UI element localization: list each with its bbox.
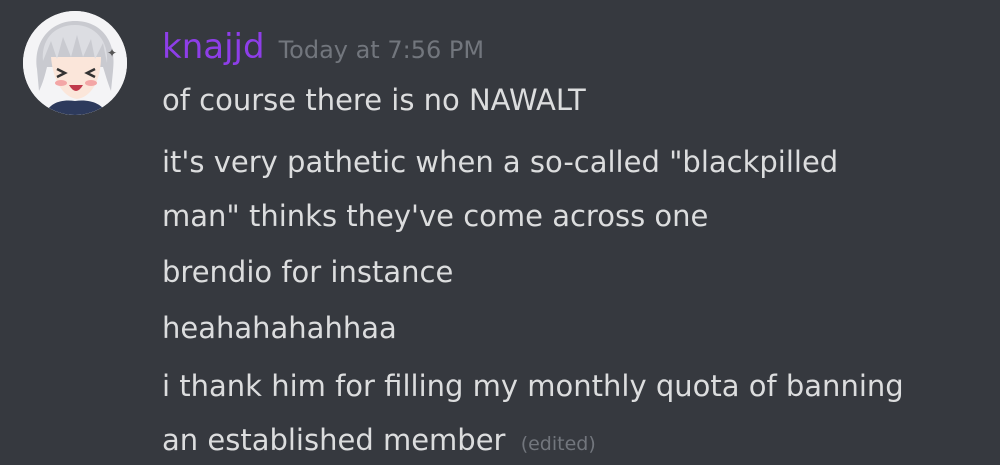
message-line: i thank him for filling my monthly quota… <box>162 369 904 403</box>
message-header: knajjd Today at 7:56 PM <box>162 22 484 72</box>
message-line-last: an established member (edited) <box>162 420 596 464</box>
message-line: heahahahahhaa <box>162 311 397 345</box>
message-line: brendio for instance <box>162 255 454 289</box>
timestamp[interactable]: Today at 7:56 PM <box>279 25 485 75</box>
message-line: of course there is no NAWALT <box>162 83 586 117</box>
message-line-text: an established member <box>162 423 506 457</box>
chat-message: ✦ knajjd Today at 7:56 PM of course ther… <box>0 0 1000 465</box>
edited-indicator[interactable]: (edited) <box>521 433 596 455</box>
avatar[interactable]: ✦ <box>23 11 127 115</box>
message-line: man" thinks they've come across one <box>162 199 709 233</box>
anime-avatar-icon: ✦ <box>23 11 127 115</box>
username[interactable]: knajjd <box>162 22 265 72</box>
message-line: it's very pathetic when a so-called "bla… <box>162 145 839 179</box>
svg-text:✦: ✦ <box>107 46 117 60</box>
